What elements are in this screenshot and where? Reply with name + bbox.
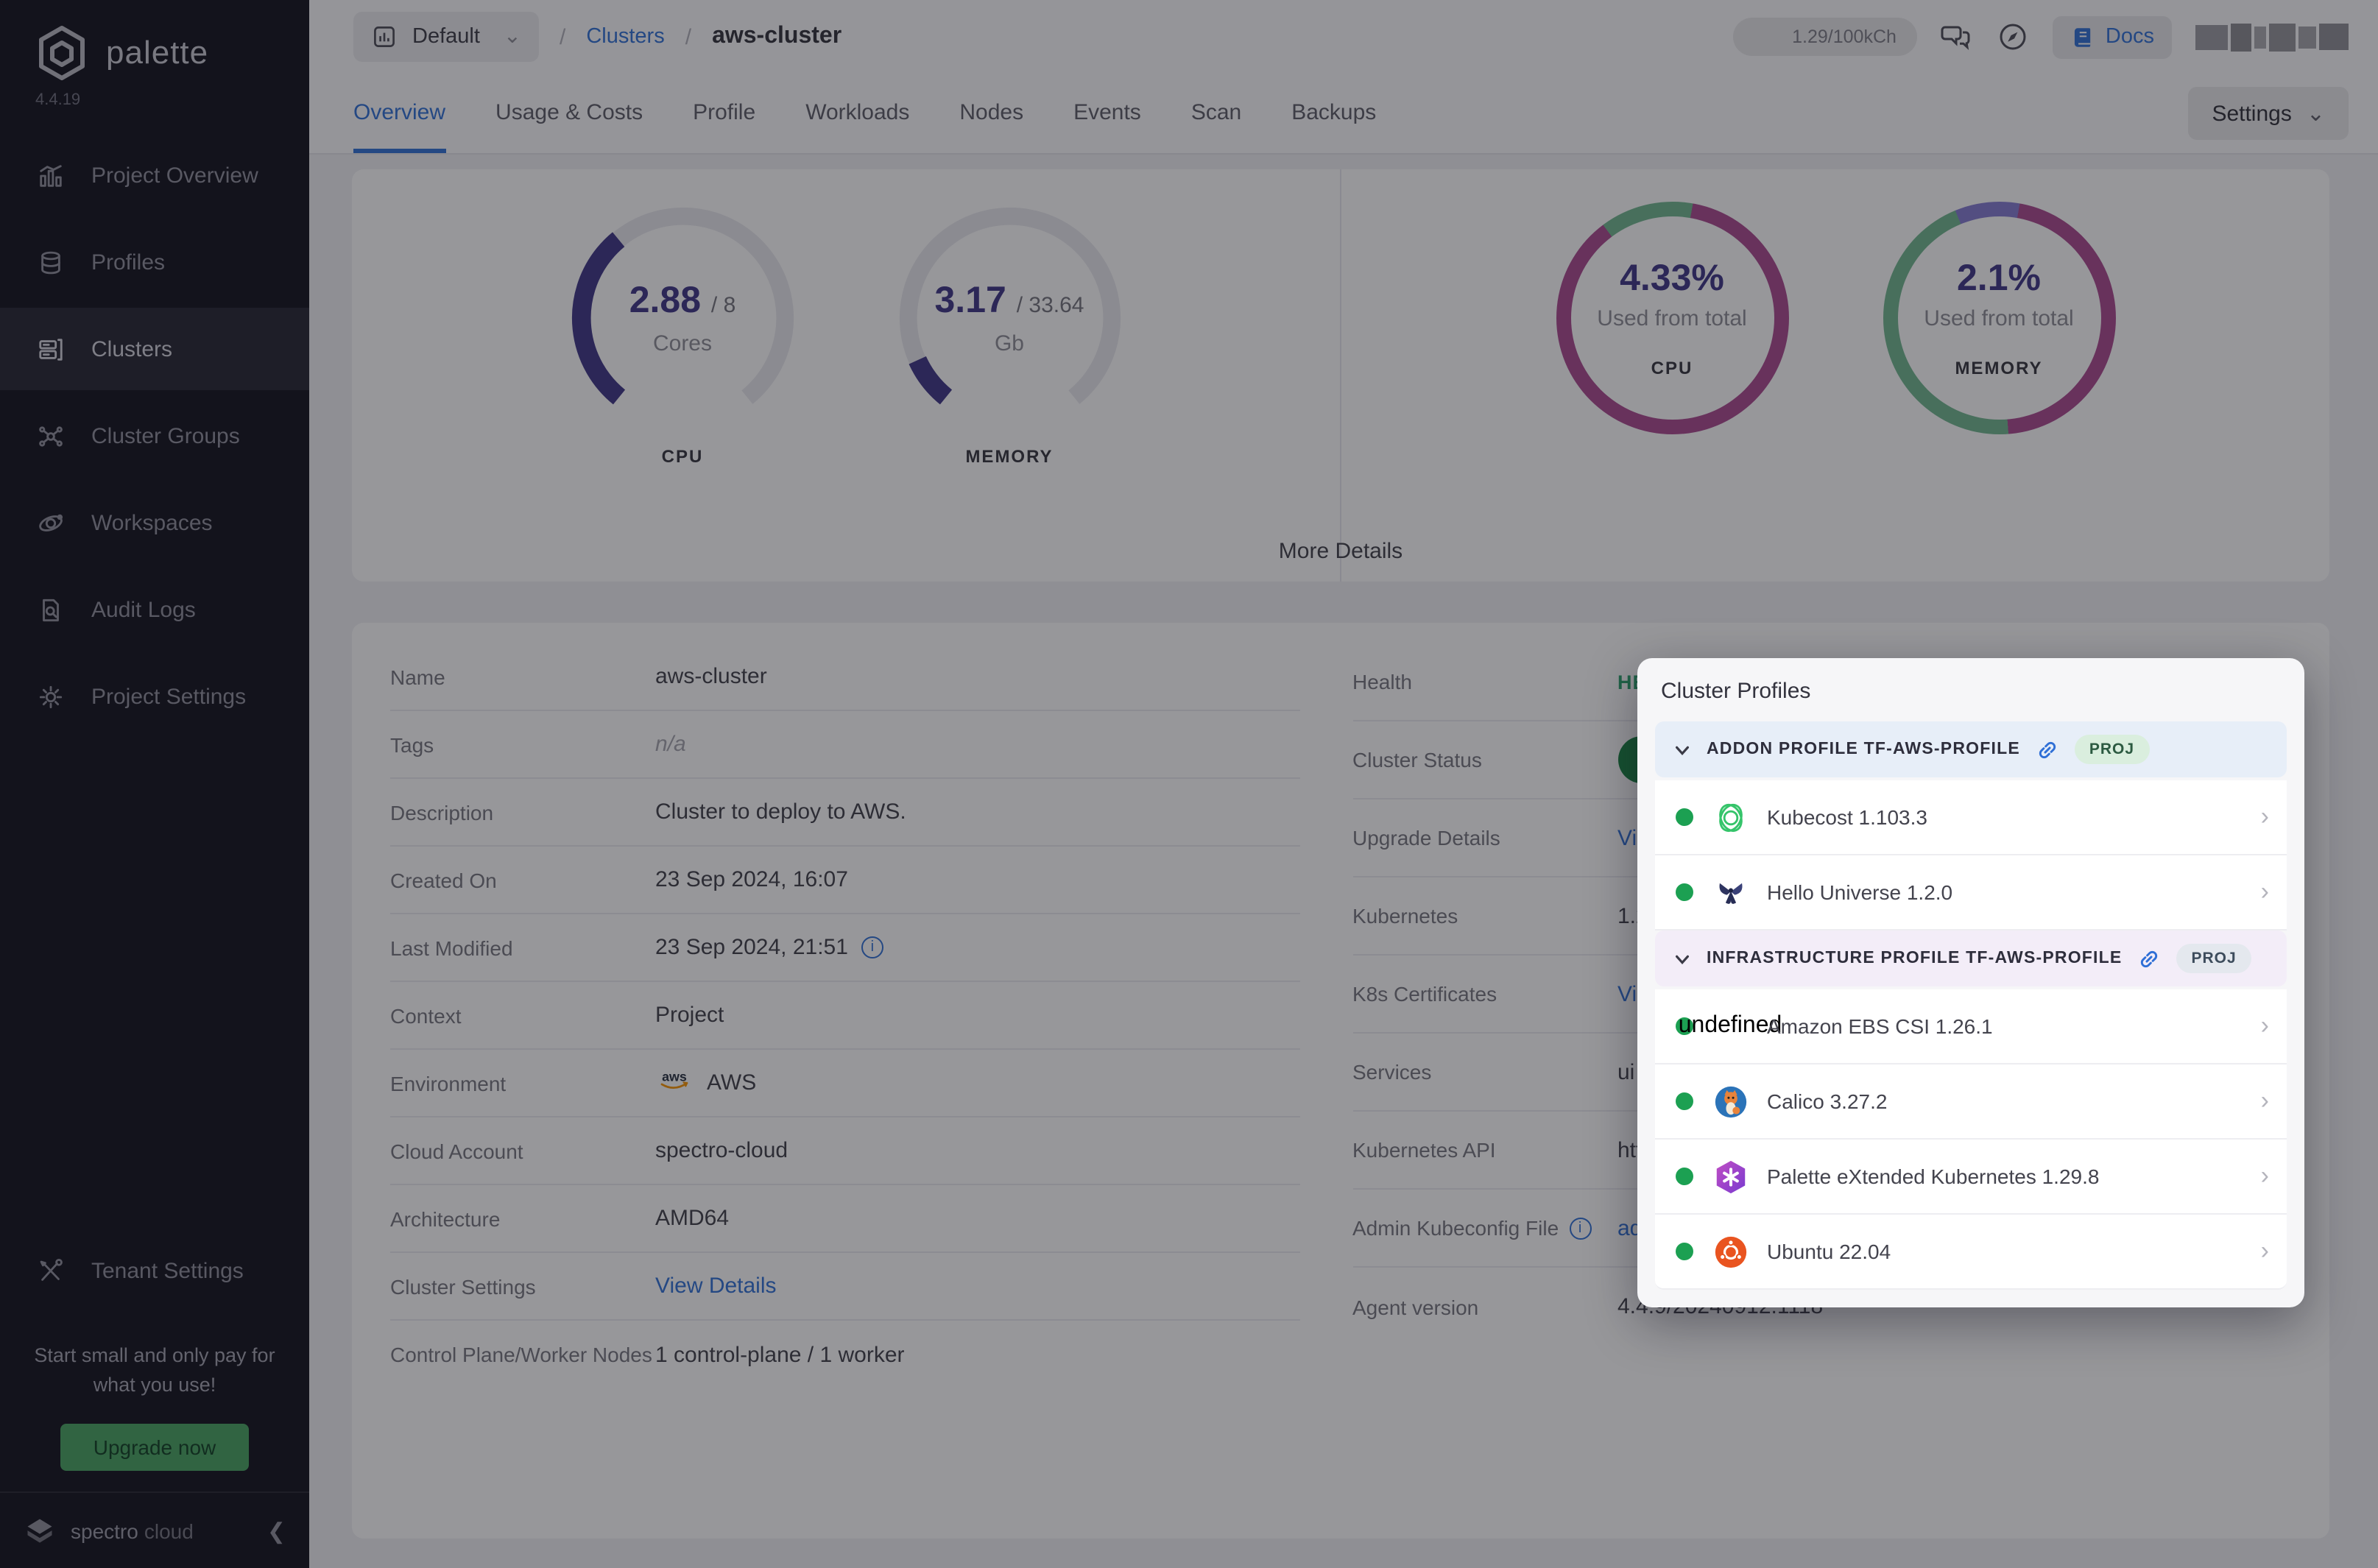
pack-name: Hello Universe 1.2.0 xyxy=(1767,880,1952,904)
profile-section-header[interactable]: INFRASTRUCTURE PROFILE TF-AWS-PROFILE PRO… xyxy=(1655,930,2287,986)
pack-name: Amazon EBS CSI 1.26.1 xyxy=(1767,1014,1993,1038)
profile-section-header[interactable]: ADDON PROFILE TF-AWS-PROFILE PROJ xyxy=(1655,721,2287,777)
status-dot xyxy=(1676,808,1693,826)
profile-pack-palette-extended-kubernetes-1-29-8[interactable]: Palette eXtended Kubernetes 1.29.8 › xyxy=(1655,1140,2287,1215)
profile-section-title: INFRASTRUCTURE PROFILE TF-AWS-PROFILE xyxy=(1707,950,2122,967)
link-icon xyxy=(2137,946,2162,971)
profile-sections: ADDON PROFILE TF-AWS-PROFILE PROJ Kubecost… xyxy=(1655,721,2287,1290)
chevron-right-icon: › xyxy=(2261,1162,2269,1191)
profile-section-title: ADDON PROFILE TF-AWS-PROFILE xyxy=(1707,741,2020,758)
app-window: palette 4.4.19 Project OverviewProfilesC… xyxy=(0,0,2378,1568)
pack-name: Kubecost 1.103.3 xyxy=(1767,805,1927,829)
scope-badge: PROJ xyxy=(2176,944,2251,973)
status-dot xyxy=(1676,1168,1693,1185)
profile-pack-kubecost-1-103-3[interactable]: Kubecost 1.103.3 › xyxy=(1655,780,2287,855)
pack-name: Palette eXtended Kubernetes 1.29.8 xyxy=(1767,1165,2099,1188)
profile-pack-hello-universe-1-2-0[interactable]: Hello Universe 1.2.0 › xyxy=(1655,855,2287,930)
pack-name: Ubuntu 22.04 xyxy=(1767,1240,1891,1263)
chevron-right-icon: › xyxy=(2261,802,2269,832)
chevron-down-icon xyxy=(1673,949,1692,968)
aws-icon: undefined xyxy=(1711,1007,1749,1045)
calico-icon xyxy=(1711,1082,1749,1120)
status-dot xyxy=(1676,883,1693,901)
profile-pack-calico-3-27-2[interactable]: Calico 3.27.2 › xyxy=(1655,1064,2287,1140)
chevron-right-icon: › xyxy=(2261,1237,2269,1266)
pxk-icon xyxy=(1711,1157,1749,1196)
link-icon xyxy=(2035,737,2060,762)
ubuntu-icon xyxy=(1711,1232,1749,1271)
chevron-right-icon: › xyxy=(2261,877,2269,907)
cluster-profiles-panel: Cluster Profiles ADDON PROFILE TF-AWS-PR… xyxy=(1637,658,2304,1307)
profile-pack-ubuntu-22-04[interactable]: Ubuntu 22.04 › xyxy=(1655,1215,2287,1290)
status-dot xyxy=(1676,1243,1693,1260)
chevron-down-icon xyxy=(1673,740,1692,759)
hello-universe-icon xyxy=(1711,873,1749,911)
chevron-right-icon: › xyxy=(2261,1011,2269,1041)
panel-title: Cluster Profiles xyxy=(1655,679,2287,721)
profile-pack-amazon-ebs-csi-1-26-1[interactable]: undefined Amazon EBS CSI 1.26.1 › xyxy=(1655,989,2287,1064)
scope-badge: PROJ xyxy=(2075,735,2149,764)
kubecost-icon xyxy=(1711,798,1749,836)
chevron-right-icon: › xyxy=(2261,1087,2269,1116)
pack-name: Calico 3.27.2 xyxy=(1767,1090,1887,1113)
status-dot xyxy=(1676,1092,1693,1110)
